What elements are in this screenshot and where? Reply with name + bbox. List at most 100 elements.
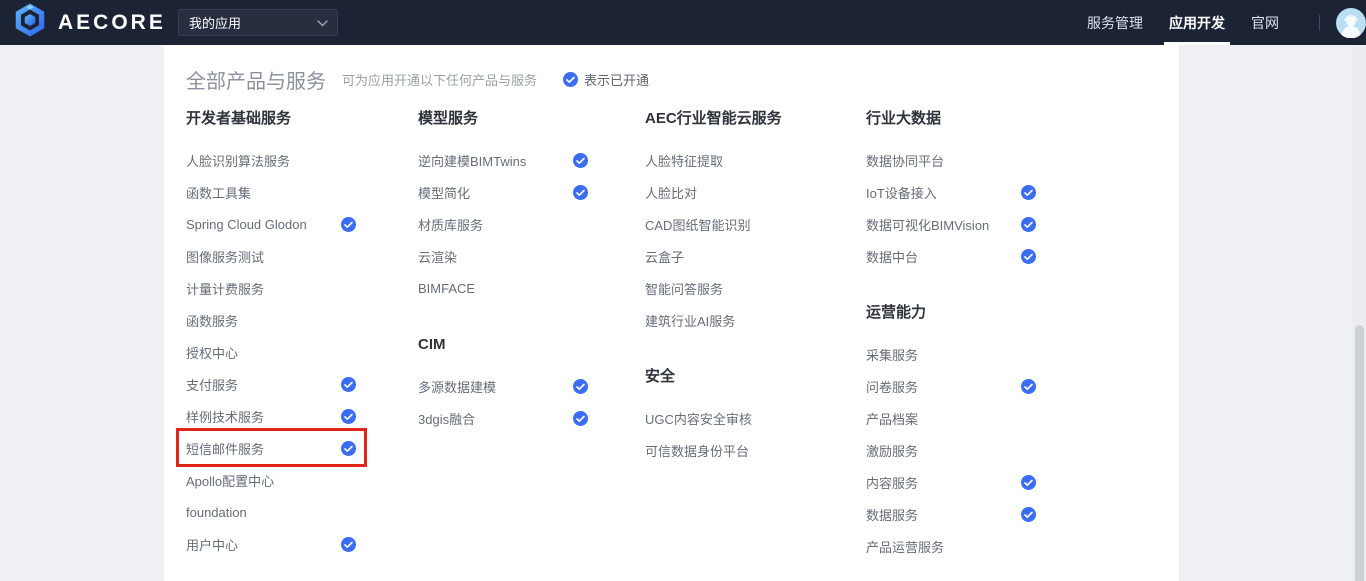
catalog-column: AEC行业智能云服务人脸特征提取人脸比对CAD图纸智能识别云盒子智能问答服务建筑… <box>645 109 866 562</box>
service-item[interactable]: Apollo配置中心 <box>186 464 356 496</box>
top-header: AECORE 我的应用 服务管理应用开发官网 <box>0 0 1366 45</box>
nav-item-service-management[interactable]: 服务管理 <box>1087 0 1143 45</box>
user-avatar[interactable] <box>1336 8 1366 38</box>
service-item[interactable]: IoT设备接入 <box>866 176 1036 208</box>
check-circle-icon <box>341 377 356 392</box>
section-title: 开发者基础服务 <box>186 109 418 129</box>
activated-legend: 表示已开通 <box>563 70 649 89</box>
service-item-label: 采集服务 <box>866 345 918 364</box>
brand-name: AECORE <box>58 11 166 35</box>
service-item-label: 智能问答服务 <box>645 279 723 298</box>
service-item[interactable]: 可信数据身份平台 <box>645 434 815 466</box>
service-item-label: 云渲染 <box>418 247 457 266</box>
service-item[interactable]: 云盒子 <box>645 240 815 272</box>
service-item[interactable]: 数据协同平台 <box>866 144 1036 176</box>
page-title: 全部产品与服务 <box>186 65 326 94</box>
service-item[interactable]: 问卷服务 <box>866 370 1036 402</box>
service-item[interactable]: 激励服务 <box>866 434 1036 466</box>
service-item-label: 3dgis融合 <box>418 409 475 428</box>
service-item[interactable]: 内容服务 <box>866 466 1036 498</box>
brand-logo[interactable]: AECORE <box>12 2 166 43</box>
service-item-label: 人脸识别算法服务 <box>186 151 290 170</box>
scrollbar-thumb[interactable] <box>1355 325 1364 581</box>
service-item[interactable]: 计量计费服务 <box>186 272 356 304</box>
service-item[interactable]: 产品档案 <box>866 402 1036 434</box>
service-item[interactable]: 函数服务 <box>186 304 356 336</box>
activated-legend-label: 表示已开通 <box>584 70 649 89</box>
service-item[interactable]: 数据可视化BIMVision <box>866 208 1036 240</box>
service-item-label: 材质库服务 <box>418 215 483 234</box>
service-item[interactable]: 智能问答服务 <box>645 272 815 304</box>
check-circle-icon <box>1021 475 1036 490</box>
service-item-label: 函数服务 <box>186 311 238 330</box>
check-circle-icon <box>563 72 578 87</box>
service-item[interactable]: 人脸识别算法服务 <box>186 144 356 176</box>
check-circle-icon <box>1021 507 1036 522</box>
nav-divider <box>1319 15 1320 31</box>
service-item-label: 人脸特征提取 <box>645 151 723 170</box>
service-item-label: 函数工具集 <box>186 183 251 202</box>
service-item-label: 模型简化 <box>418 183 470 202</box>
service-item[interactable]: BIMFACE <box>418 272 588 304</box>
panel-title-row: 全部产品与服务 可为应用开通以下任何产品与服务 表示已开通 <box>186 65 1179 94</box>
nav-item-app-development[interactable]: 应用开发 <box>1169 0 1225 45</box>
service-item[interactable]: UGC内容安全审核 <box>645 402 815 434</box>
service-item[interactable]: 人脸特征提取 <box>645 144 815 176</box>
service-item[interactable]: 数据服务 <box>866 498 1036 530</box>
service-item[interactable]: 逆向建模BIMTwins <box>418 144 588 176</box>
page-subtitle: 可为应用开通以下任何产品与服务 <box>342 70 537 89</box>
service-item-label: 人脸比对 <box>645 183 697 202</box>
service-item[interactable]: 采集服务 <box>866 338 1036 370</box>
service-item-label: 建筑行业AI服务 <box>645 311 735 330</box>
service-item-label: Apollo配置中心 <box>186 471 274 490</box>
section-title: 行业大数据 <box>866 109 1101 129</box>
service-item-label: 激励服务 <box>866 441 918 460</box>
service-item[interactable]: 授权中心 <box>186 336 356 368</box>
service-item-label: 数据可视化BIMVision <box>866 215 989 234</box>
service-item[interactable]: 产品运营服务 <box>866 530 1036 562</box>
service-item-label: 多源数据建模 <box>418 377 496 396</box>
products-panel: 全部产品与服务 可为应用开通以下任何产品与服务 表示已开通 开发者基础服务人脸识… <box>164 45 1179 581</box>
service-item-label: BIMFACE <box>418 281 475 296</box>
service-item[interactable]: 用户中心 <box>186 528 356 560</box>
service-item-label: 样例技术服务 <box>186 407 264 426</box>
header-nav: 服务管理应用开发官网 <box>1061 0 1297 45</box>
check-circle-icon <box>341 217 356 232</box>
section-title: 模型服务 <box>418 109 645 129</box>
service-item[interactable]: 材质库服务 <box>418 208 588 240</box>
catalog-column: 行业大数据数据协同平台 IoT设备接入数据可视化BIMVision 数据中台运营能力… <box>866 109 1101 562</box>
section-title: 运营能力 <box>866 303 1101 323</box>
service-item[interactable]: Spring Cloud Glodon <box>186 208 356 240</box>
check-circle-icon <box>1021 217 1036 232</box>
service-item-label: 数据服务 <box>866 505 918 524</box>
service-item[interactable]: CAD图纸智能识别 <box>645 208 815 240</box>
service-item[interactable]: 数据中台 <box>866 240 1036 272</box>
section-title: 安全 <box>645 367 866 387</box>
service-item[interactable]: 模型简化 <box>418 176 588 208</box>
check-circle-icon <box>1021 249 1036 264</box>
service-item-label: 图像服务测试 <box>186 247 264 266</box>
service-item[interactable]: foundation <box>186 496 356 528</box>
service-item-label: 短信邮件服务 <box>186 439 264 458</box>
service-item[interactable]: 建筑行业AI服务 <box>645 304 815 336</box>
service-item-label: 授权中心 <box>186 343 238 362</box>
service-item[interactable]: 函数工具集 <box>186 176 356 208</box>
cube-hexagon-logo-icon <box>12 2 48 43</box>
catalog-columns: 开发者基础服务人脸识别算法服务函数工具集 Spring Cloud Glodon 图… <box>186 109 1179 562</box>
my-apps-select[interactable]: 我的应用 <box>178 9 338 36</box>
service-item-label: 问卷服务 <box>866 377 918 396</box>
check-circle-icon <box>573 411 588 426</box>
service-item[interactable]: 图像服务测试 <box>186 240 356 272</box>
nav-item-official-site[interactable]: 官网 <box>1251 0 1279 45</box>
my-apps-select-value: 我的应用 <box>189 13 241 32</box>
service-item[interactable]: 支付服务 <box>186 368 356 400</box>
service-item-label: IoT设备接入 <box>866 183 937 202</box>
scrollbar-track[interactable] <box>1352 45 1366 581</box>
service-item[interactable]: 3dgis融合 <box>418 402 588 434</box>
service-item[interactable]: 短信邮件服务 <box>186 432 356 464</box>
service-item[interactable]: 样例技术服务 <box>186 400 356 432</box>
service-item[interactable]: 人脸比对 <box>645 176 815 208</box>
check-circle-icon <box>341 537 356 552</box>
service-item[interactable]: 云渲染 <box>418 240 588 272</box>
service-item[interactable]: 多源数据建模 <box>418 370 588 402</box>
